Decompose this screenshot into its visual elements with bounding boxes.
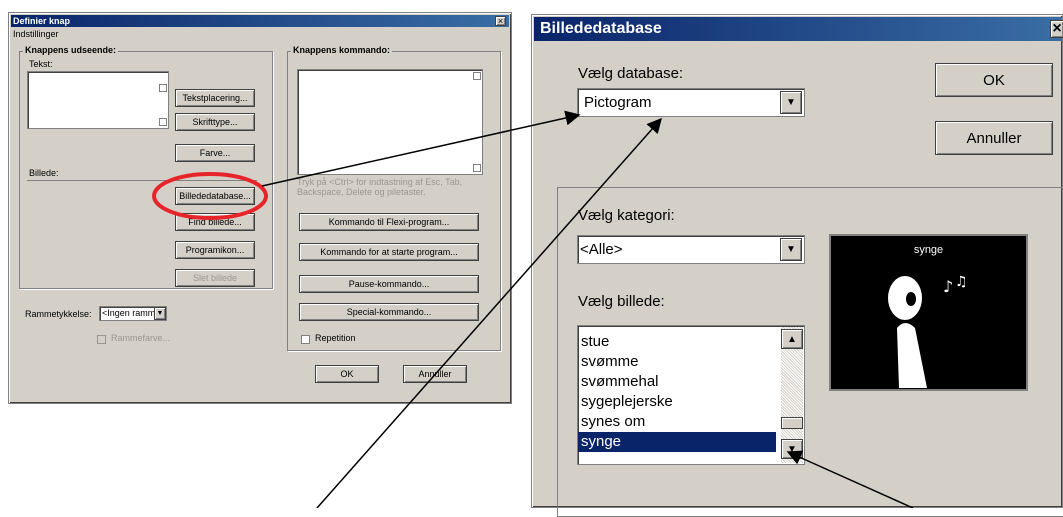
- arrow-to-database: [261, 110, 581, 187]
- highlight-ellipse: [152, 172, 268, 220]
- arrow-to-scroll-down: [786, 450, 914, 508]
- annotation-overlay: [152, 110, 914, 508]
- arrow-from-bottom-left: [316, 117, 662, 508]
